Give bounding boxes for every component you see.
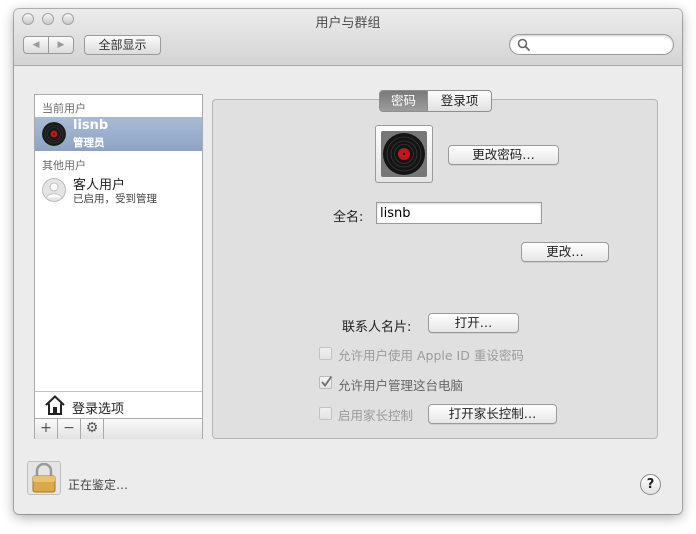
open-contact-card-button[interactable]: 打开…: [428, 313, 519, 333]
back-arrow-icon: ◀: [32, 40, 40, 50]
add-user-button[interactable]: +: [35, 419, 58, 439]
user-list-sidebar: 当前用户 lisnb 管理员 其他用户 客人用户 已启用，受到管理 登录选项 +…: [34, 94, 203, 439]
login-options-label: 登录选项: [72, 402, 125, 417]
title-bar: 用户与群组 ◀ ▶ 全部显示: [14, 9, 682, 66]
parental-controls-label: 启用家长控制: [338, 408, 414, 423]
change-password-button[interactable]: 更改密码…: [448, 145, 559, 165]
authenticating-status: 正在鉴定…: [68, 478, 129, 492]
back-button[interactable]: ◀: [24, 37, 48, 53]
user-role: 管理员: [73, 137, 105, 149]
allow-appleid-reset-label: 允许用户使用 Apple ID 重设密码: [338, 348, 524, 363]
lock-button[interactable]: [27, 461, 61, 495]
open-parental-controls-button[interactable]: 打开家长控制…: [428, 404, 557, 424]
login-options-item[interactable]: 登录选项: [35, 391, 202, 419]
remove-user-button[interactable]: −: [58, 419, 81, 439]
forward-arrow-icon: ▶: [57, 40, 65, 50]
gear-icon: ⚙: [85, 420, 99, 436]
action-menu-button[interactable]: ⚙: [81, 419, 104, 439]
show-all-button[interactable]: 全部显示: [84, 35, 161, 55]
current-users-header: 当前用户: [42, 102, 86, 115]
allow-admin-checkbox[interactable]: [319, 375, 333, 389]
user-picture-well[interactable]: [375, 125, 433, 183]
tab-login-items[interactable]: 登录项: [427, 91, 491, 111]
full-name-field[interactable]: [376, 202, 542, 224]
minus-icon: −: [63, 420, 75, 436]
user-list-toolbar: + − ⚙: [35, 418, 202, 439]
user-status: 已启用，受到管理: [73, 193, 157, 205]
plus-icon: +: [40, 420, 52, 436]
lock-icon: [32, 463, 56, 493]
question-mark-icon: ?: [646, 477, 655, 492]
window-title: 用户与群组: [315, 16, 381, 31]
house-icon: [45, 395, 65, 415]
full-name-label: 全名:: [333, 210, 364, 225]
users-groups-window: 用户与群组 ◀ ▶ 全部显示 当前用户 lisnb 管理员 其他用户 客人用户 …: [14, 9, 682, 514]
forward-button[interactable]: ▶: [48, 37, 73, 53]
change-name-button[interactable]: 更改…: [521, 242, 609, 262]
checkmark-icon: [321, 375, 333, 387]
search-field[interactable]: [509, 34, 674, 55]
user-name: lisnb: [73, 118, 109, 133]
vinyl-record-picture-icon: [381, 131, 427, 177]
other-users-header: 其他用户: [42, 159, 86, 172]
full-name-input[interactable]: [377, 203, 541, 223]
parental-controls-checkbox[interactable]: [319, 407, 332, 420]
user-list-item-lisnb[interactable]: lisnb 管理员: [35, 117, 202, 151]
user-list-item-guest[interactable]: 客人用户 已启用，受到管理: [35, 173, 202, 207]
settings-tabs: 密码 登录项: [379, 90, 492, 112]
vinyl-record-avatar-icon: [42, 122, 66, 146]
tab-password[interactable]: 密码: [380, 91, 427, 111]
search-input[interactable]: [534, 36, 670, 54]
search-icon: [517, 38, 531, 52]
allow-admin-label: 允许用户管理这台电脑: [338, 378, 464, 393]
guest-user-avatar-icon: [42, 178, 66, 202]
nav-back-forward: ◀ ▶: [23, 36, 74, 54]
help-button[interactable]: ?: [640, 474, 661, 495]
allow-appleid-reset-checkbox[interactable]: [319, 347, 332, 360]
contact-card-label: 联系人名片:: [342, 320, 412, 335]
